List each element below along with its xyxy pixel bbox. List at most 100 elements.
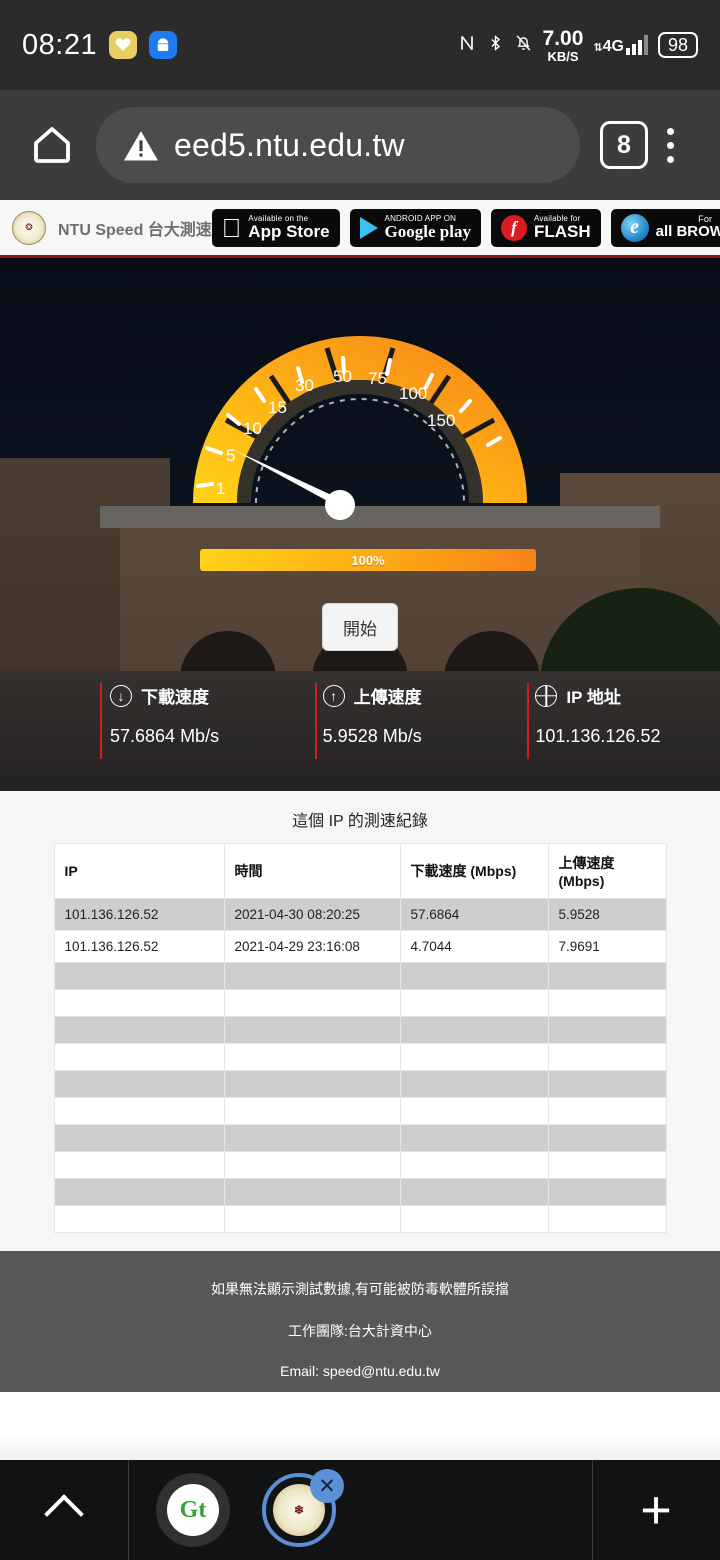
app-store-badge[interactable]:  Available on the App Store (211, 208, 340, 247)
gauge-tick-75: 75 (368, 369, 387, 388)
cell-upload (547, 1016, 667, 1044)
home-icon[interactable] (28, 121, 76, 169)
cell-download (399, 1151, 549, 1179)
cell-upload: 7.9691 (547, 930, 667, 963)
url-bar[interactable]: eed5.ntu.edu.tw (96, 107, 580, 183)
cell-time (223, 1043, 401, 1071)
start-test-button[interactable]: 開始 (322, 603, 398, 651)
browser-badge-main: all BROWSER (636, 223, 720, 241)
cell-ip (53, 1043, 225, 1071)
table-row: 101.136.126.52 2021-04-30 08:20:25 57.6864… (53, 898, 667, 931)
cell-ip (53, 1070, 225, 1098)
app-store-badge-main: App Store (228, 221, 329, 241)
play-triangle-icon (359, 216, 378, 239)
ip-address-stat: IP 地址 101.136.126.52 (507, 683, 720, 783)
tab-switcher-button[interactable]: 8 (600, 121, 648, 169)
gauge-tick-100: 100 (399, 384, 427, 403)
google-play-badge[interactable]: ANDROID APP ON Google play (349, 208, 481, 247)
cell-time (223, 1178, 401, 1206)
table-header-row: IP 時間 下載速度 (Mbps) 上傳速度 (Mbps) (53, 843, 667, 899)
browser-badge[interactable]: e For all BROWSER (610, 208, 720, 247)
signal-bars-icon (625, 35, 648, 55)
cell-download (399, 1070, 549, 1098)
nfc-icon (457, 32, 477, 58)
network-type-label: 4G (602, 38, 624, 55)
cell-download (399, 1205, 549, 1233)
cell-download (399, 1178, 549, 1206)
network-speed-unit: KB/S (547, 48, 579, 64)
cell-ip (53, 1178, 225, 1206)
browser-tab-dock: Gt ❄ ✕ + (0, 1460, 720, 1560)
table-row (53, 962, 667, 990)
cell-time (223, 1097, 401, 1125)
gauge-tick-1: 1 (216, 479, 225, 498)
chevron-up-icon[interactable] (0, 1492, 128, 1534)
cell-download (399, 989, 549, 1017)
gauge-tick-150: 150 (427, 411, 455, 430)
download-speed-label: 下載速度 (141, 688, 209, 707)
google-play-badge-main: Google play (365, 221, 471, 241)
cell-download: 4.7044 (399, 930, 549, 963)
cell-upload (547, 989, 667, 1017)
records-table: IP 時間 下載速度 (Mbps) 上傳速度 (Mbps) 101.136.12… (53, 843, 667, 1233)
table-row (53, 1178, 667, 1206)
cell-upload (547, 1124, 667, 1152)
status-bar: 08:21 7.00 KB/S ⇅4G 98 (0, 0, 720, 90)
cell-time: 2021-04-30 08:20:25 (223, 898, 401, 931)
cell-time (223, 1016, 401, 1044)
upload-speed-stat: ↑ 上傳速度 5.9528 Mb/s (295, 683, 508, 783)
cell-ip (53, 1016, 225, 1044)
dock-tab-ntu[interactable]: ❄ ✕ (262, 1469, 344, 1547)
upload-speed-label: 上傳速度 (353, 688, 422, 707)
download-speed-value: 57.6864 Mb/s (110, 726, 220, 746)
cell-upload (547, 1070, 667, 1098)
cell-upload: 5.9528 (547, 898, 667, 931)
col-header-upload: 上傳速度 (Mbps) (547, 843, 667, 899)
new-tab-button[interactable]: + (592, 1483, 720, 1537)
footer-email: Email: speed@ntu.edu.tw (280, 1363, 440, 1379)
cell-time (223, 962, 401, 990)
cell-ip (53, 962, 225, 990)
status-clock: 08:21 (22, 28, 98, 61)
table-row (53, 1016, 667, 1044)
cell-download (399, 1043, 549, 1071)
gauge-tick-30: 30 (295, 376, 314, 395)
gauge-tick-10: 10 (243, 419, 262, 438)
records-table-body: 101.136.126.52 2021-04-30 08:20:25 57.6864… (53, 898, 667, 1233)
ip-address-label: IP 地址 (566, 688, 621, 707)
col-header-ip: IP (53, 843, 225, 899)
store-badges:  Available on the App Store ANDROID APP… (211, 208, 720, 247)
ie-logo-icon: e (620, 213, 649, 242)
records-title: 這個 IP 的測速紀錄 (292, 813, 428, 830)
cell-ip (53, 1124, 225, 1152)
flash-logo-icon: f (500, 214, 527, 241)
cell-upload (547, 1178, 667, 1206)
speed-gauge-svg: 1 5 10 15 30 50 75 100 150 (193, 336, 527, 520)
cell-download (399, 1124, 549, 1152)
cell-upload (547, 1097, 667, 1125)
dock-tab-gt[interactable]: Gt (156, 1473, 230, 1547)
cell-time: 2021-04-29 23:16:08 (223, 930, 401, 963)
page-footer: 如果無法顯示測試數據,有可能被防毒軟體所誤擋 工作團隊:台大計資中心 Email… (0, 1251, 720, 1392)
dock-tabs: Gt ❄ ✕ (128, 1469, 592, 1547)
battery-indicator: 98 (657, 31, 698, 59)
cell-upload (547, 962, 667, 990)
cell-ip (53, 989, 225, 1017)
hero-section: 1 5 10 15 30 50 75 100 150 100% 開始 ↓ 下載速… (0, 258, 720, 791)
status-bar-right: 7.00 KB/S ⇅4G 98 (457, 28, 698, 63)
cell-download (399, 1016, 549, 1044)
progress-bar: 100% (200, 549, 536, 571)
flash-badge[interactable]: f Available for FLASH (490, 208, 601, 247)
signal-indicator: ⇅4G (593, 35, 648, 55)
notification-muted-icon (514, 32, 533, 58)
globe-icon (535, 684, 558, 707)
android-app-icon (149, 31, 178, 59)
overflow-menu-icon[interactable] (648, 127, 692, 163)
browser-toolbar: eed5.ntu.edu.tw 8 (0, 90, 720, 200)
arrow-down-icon: ↓ (110, 684, 132, 707)
download-speed-stat: ↓ 下載速度 57.6864 Mb/s (0, 683, 295, 783)
cell-download (399, 1097, 549, 1125)
page-bottom-whitespace (0, 1392, 720, 1460)
network-speed-indicator: 7.00 KB/S (543, 28, 584, 63)
close-icon[interactable]: ✕ (310, 1469, 344, 1503)
